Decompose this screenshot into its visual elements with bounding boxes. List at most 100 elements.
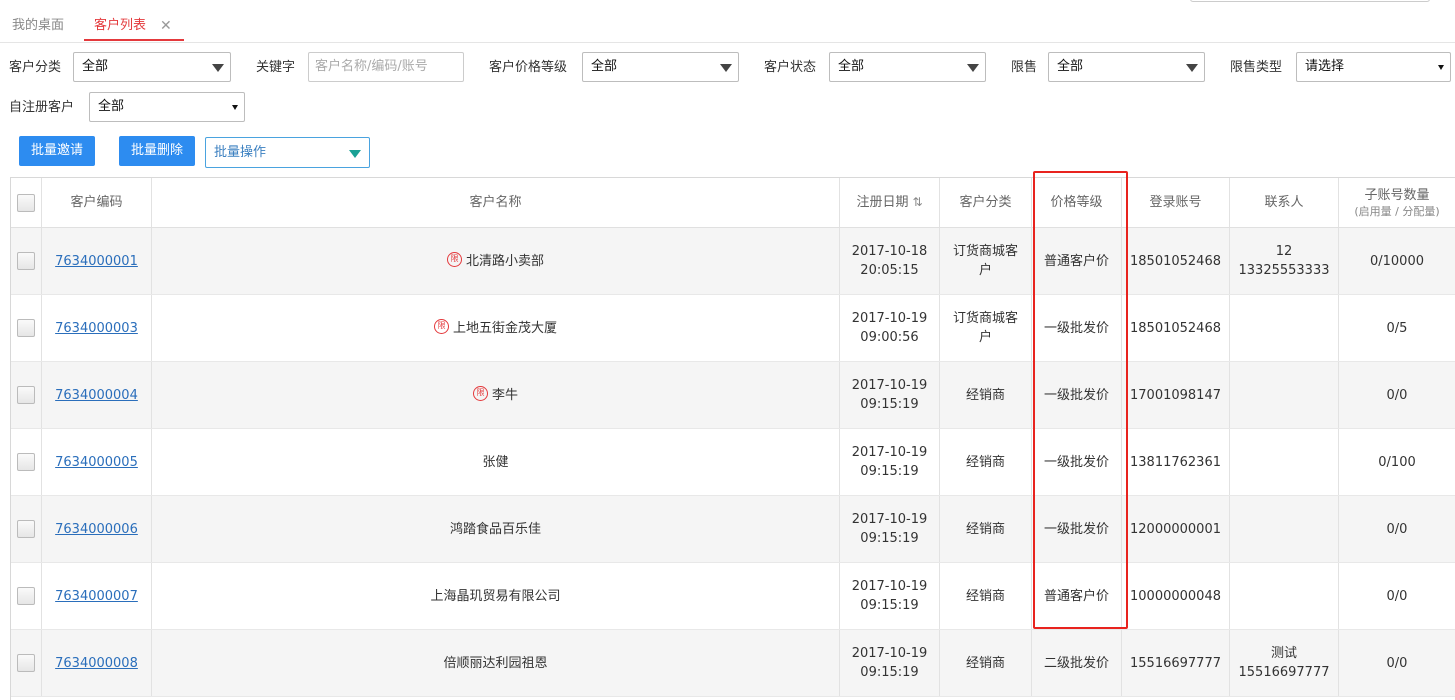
customer-category-cell: 订货商城客户: [940, 295, 1032, 361]
customer-category-cell: 经销商: [940, 630, 1032, 696]
contact-cell: [1230, 295, 1339, 361]
price-level-cell: 普通客户价: [1032, 563, 1122, 629]
price-level: 二级批发价: [1043, 655, 1109, 671]
sub-account-count: 0/0: [1386, 655, 1408, 671]
header-category[interactable]: 客户分类: [940, 178, 1032, 227]
filter-keyword-input[interactable]: 客户名称/编码/账号: [308, 52, 464, 82]
row-checkbox[interactable]: [17, 654, 35, 672]
header-contact[interactable]: 联系人: [1230, 178, 1339, 227]
tab-my-desktop[interactable]: 我的桌面: [12, 17, 64, 41]
price-level-cell: 二级批发价: [1032, 630, 1122, 696]
row-checkbox[interactable]: [17, 386, 35, 404]
reg-date: 2017-10-19: [851, 445, 928, 460]
customer-category-cell: 经销商: [940, 563, 1032, 629]
contact-cell: [1230, 429, 1339, 495]
filter-category-select[interactable]: 全部: [73, 52, 231, 82]
login-account-cell: 13811762361: [1122, 429, 1230, 495]
filter-restrict-label: 限售: [1011, 60, 1038, 75]
customer-code-link[interactable]: 7634000007: [55, 587, 138, 606]
customer-category: 订货商城客户: [952, 311, 1018, 345]
customer-code-cell: 7634000003: [42, 295, 152, 361]
header-sub-count[interactable]: 子账号数量 (启用量 / 分配量): [1339, 178, 1455, 227]
filter-self-register-select[interactable]: 全部: [89, 92, 245, 122]
customer-category: 经销商: [965, 387, 1005, 403]
contact-line-1: 测试: [1270, 646, 1297, 661]
contact-cell: [1230, 496, 1339, 562]
login-account: 15516697777: [1130, 655, 1221, 671]
table-row: 7634000003 限上地五街金茂大厦 2017-10-19 09:00:56 订货商…: [11, 295, 1455, 362]
row-checkbox[interactable]: [17, 453, 35, 471]
filter-restrict-type-value: 请选择: [1305, 59, 1345, 74]
header-reg-date-label: 注册日期: [856, 195, 909, 210]
customer-code-link[interactable]: 7634000001: [55, 252, 138, 271]
sub-account-count: 0/0: [1386, 521, 1408, 537]
reg-date-cell: 2017-10-19 09:15:19: [840, 429, 940, 495]
restricted-icon: 限: [472, 385, 488, 401]
header-name[interactable]: 客户名称: [152, 178, 840, 227]
chevron-down-icon: [720, 64, 732, 72]
header-code[interactable]: 客户编码: [42, 178, 152, 227]
customer-name-cell: 倍顺丽达利园祖恩: [152, 630, 840, 696]
row-select-cell: [11, 429, 42, 495]
customer-code-link[interactable]: 7634000004: [55, 386, 138, 405]
customer-code-cell: 7634000008: [42, 630, 152, 696]
login-account: 12000000001: [1130, 521, 1221, 537]
reg-time: 20:05:15: [860, 263, 919, 278]
contact-cell: [1230, 563, 1339, 629]
sub-account-count-cell: 0/0: [1339, 563, 1455, 629]
row-select-cell: [11, 496, 42, 562]
table-row: 7634000004 限李牛 2017-10-19 09:15:19 经销商 一级批发价 1…: [11, 362, 1455, 429]
sub-account-count: 0/0: [1386, 387, 1408, 403]
customer-name: 上海晶玑贸易有限公司: [430, 588, 561, 604]
row-checkbox[interactable]: [17, 587, 35, 605]
login-account-cell: 12000000001: [1122, 496, 1230, 562]
customer-category: 经销商: [965, 521, 1005, 537]
customer-table: 客户编码 客户名称 注册日期 ⇅ 客户分类 价格等级 登录账号 联系人 子账号数…: [10, 177, 1455, 700]
row-select-cell: [11, 630, 42, 696]
row-select-cell: [11, 295, 42, 361]
tab-customer-list[interactable]: 客户列表 ✕: [84, 17, 184, 41]
header-reg-date[interactable]: 注册日期 ⇅: [840, 178, 940, 227]
header-sub-count-note: (启用量 / 分配量): [1354, 205, 1440, 218]
sub-account-count-cell: 0/5: [1339, 295, 1455, 361]
filter-price-level-label: 客户价格等级: [489, 60, 568, 75]
filter-status-select[interactable]: 全部: [829, 52, 986, 82]
customer-code-link[interactable]: 7634000008: [55, 654, 138, 673]
row-checkbox[interactable]: [17, 319, 35, 337]
price-level: 普通客户价: [1043, 588, 1109, 604]
customer-name: 上地五街金茂大厦: [452, 320, 557, 336]
customer-code-link[interactable]: 7634000003: [55, 319, 138, 338]
customer-code-cell: 7634000006: [42, 496, 152, 562]
select-all-checkbox[interactable]: [17, 193, 35, 212]
filter-keyword-placeholder: 客户名称/编码/账号: [315, 59, 428, 74]
table-row: 7634000005 张健 2017-10-19 09:15:19 经销商 一级批发价 13…: [11, 429, 1455, 496]
filter-price-level-select[interactable]: 全部: [582, 52, 739, 82]
filter-restrict-type-select[interactable]: 请选择: [1296, 52, 1451, 82]
header-price-level[interactable]: 价格等级: [1032, 178, 1122, 227]
chevron-down-icon: [1186, 64, 1198, 72]
close-icon[interactable]: ✕: [160, 17, 172, 35]
row-checkbox[interactable]: [17, 252, 35, 270]
price-level: 一级批发价: [1043, 320, 1109, 336]
row-checkbox[interactable]: [17, 520, 35, 538]
customer-code-link[interactable]: 7634000006: [55, 520, 138, 539]
customer-category-cell: 经销商: [940, 362, 1032, 428]
batch-operation-select[interactable]: 批量操作: [205, 137, 370, 168]
sub-account-count: 0/10000: [1369, 253, 1424, 269]
header-account[interactable]: 登录账号: [1122, 178, 1230, 227]
restricted-icon: 限: [446, 251, 462, 267]
filter-keyword-label: 关键字: [256, 60, 296, 75]
row-select-cell: [11, 362, 42, 428]
price-level-cell: 普通客户价: [1032, 228, 1122, 294]
batch-delete-button[interactable]: 批量删除: [119, 136, 195, 166]
sub-account-count-cell: 0/0: [1339, 496, 1455, 562]
login-account-cell: 17001098147: [1122, 362, 1230, 428]
reg-date-cell: 2017-10-18 20:05:15: [840, 228, 940, 294]
login-account: 18501052468: [1130, 320, 1221, 336]
filter-restrict-select[interactable]: 全部: [1048, 52, 1205, 82]
top-search-box-edge[interactable]: [1190, 0, 1430, 2]
batch-invite-button[interactable]: 批量邀请: [19, 136, 95, 166]
filter-self-register-value: 全部: [98, 99, 125, 114]
customer-code-link[interactable]: 7634000005: [55, 453, 138, 472]
sort-icon[interactable]: ⇅: [912, 193, 922, 212]
